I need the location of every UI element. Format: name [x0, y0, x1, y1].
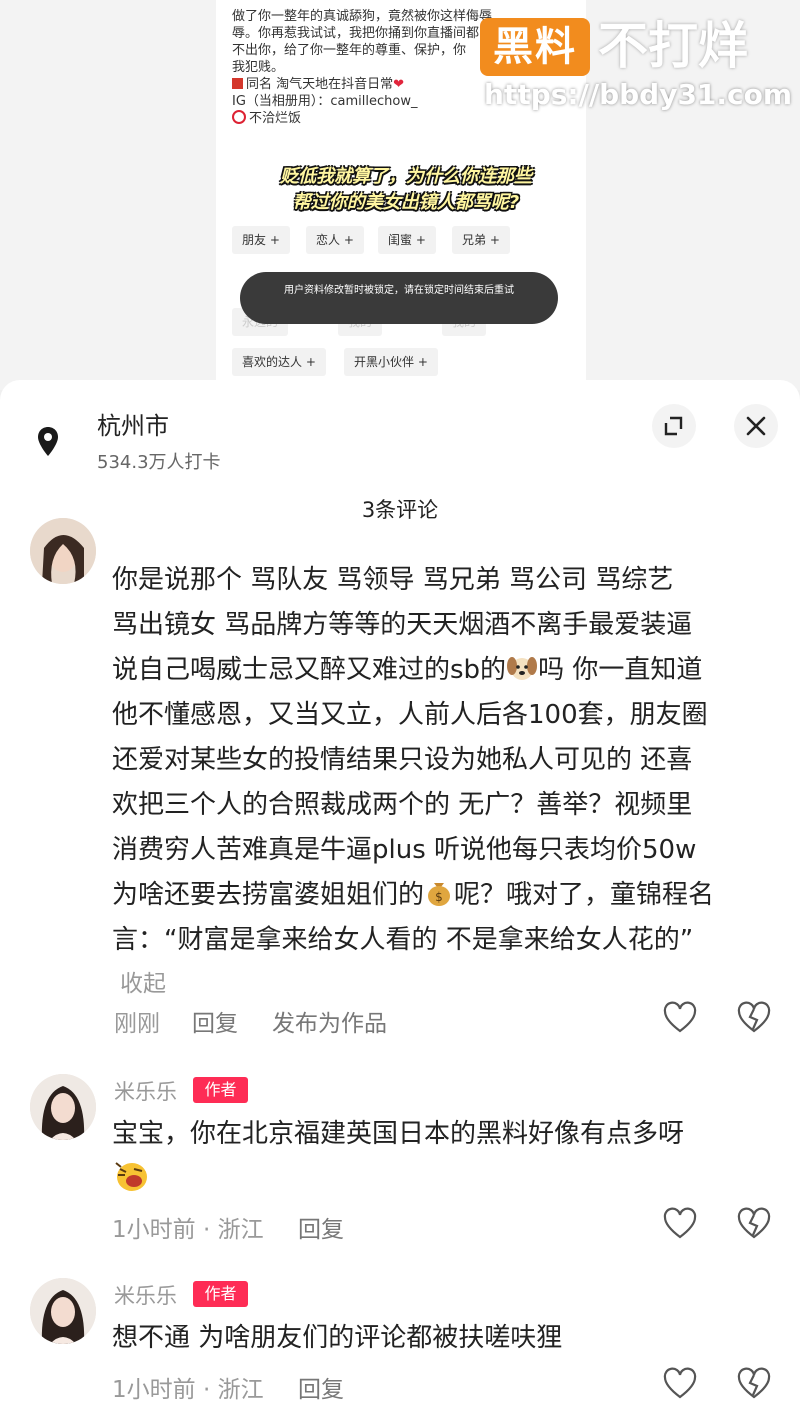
money-bag-icon: $	[428, 883, 451, 906]
avatar-image	[30, 1074, 96, 1140]
comment-author[interactable]: 米乐乐	[114, 1280, 177, 1310]
close-button[interactable]	[734, 404, 778, 448]
comment-panel: 杭州市 534.3万人打卡 3条评论 你是说那个 骂队友 骂领导 骂兄弟 骂公司…	[0, 380, 800, 1418]
relation-tag[interactable]: 朋友 +	[232, 226, 290, 254]
location-name[interactable]: 杭州市	[97, 406, 169, 441]
watermark-url: https://bbdy31.com	[484, 78, 793, 111]
book-icon	[232, 78, 243, 89]
avatar[interactable]	[30, 1074, 96, 1140]
relation-tag[interactable]: 恋人 +	[306, 226, 364, 254]
avatar-image	[30, 1278, 96, 1344]
reply-button[interactable]: 回复	[298, 1210, 344, 1244]
like-heart-icon[interactable]	[662, 1366, 698, 1402]
comment-2-text: 宝宝，你在北京福建英国日本的黑料好像有点多呀	[112, 1112, 782, 1204]
close-icon	[746, 416, 766, 436]
collapse-link[interactable]: 收起	[120, 964, 166, 998]
watermark: 黑料 不打烊 https://bbdy31.com	[480, 14, 793, 114]
comment-count-title: 3条评论	[361, 498, 439, 522]
like-heart-icon[interactable]	[662, 1206, 698, 1242]
dislike-broken-heart-icon[interactable]	[736, 1206, 772, 1242]
location-checkins: 534.3万人打卡	[97, 452, 221, 473]
reply-button[interactable]: 回复	[192, 1004, 238, 1038]
laughing-emoji-icon	[115, 1162, 147, 1191]
author-badge: 作者	[193, 1077, 248, 1103]
comment-author[interactable]: 米乐乐	[114, 1076, 177, 1106]
video-caption: 贬低我就算了，为什么你连那些 帮过你的美女出镜人都骂呢?	[280, 166, 532, 213]
avatar[interactable]	[30, 1278, 96, 1344]
dislike-broken-heart-icon[interactable]	[736, 1000, 772, 1036]
dislike-broken-heart-icon[interactable]	[736, 1366, 772, 1402]
comment-1-text: 你是说那个 骂队友 骂领导 骂兄弟 骂公司 骂综艺 骂出镜女 骂品牌方等等的天天…	[112, 565, 715, 955]
avatar[interactable]	[30, 518, 96, 584]
expand-icon	[664, 416, 683, 436]
comment-time: 1小时前 · 浙江	[112, 1217, 264, 1243]
avatar-image	[30, 518, 96, 584]
embedded-profile-screenshot: 做了你一整年的真诚舔狗，竟然被你这样侮辱 辱。你再惹我试试，我把你捅到你直播间都…	[0, 0, 800, 390]
relation-tag[interactable]: 闺蜜 +	[378, 226, 436, 254]
comment-time: 刚刚	[114, 1011, 160, 1037]
author-badge: 作者	[193, 1281, 248, 1307]
lock-toast: 用户资料修改暂时被锁定，请在锁定时间结束后重试	[240, 272, 558, 324]
comment-3-text: 想不通 为啥朋友们的评论都被扶嗟呋狸	[112, 1323, 563, 1353]
no-entry-icon	[232, 110, 246, 124]
relation-tag[interactable]: 喜欢的达人 +	[232, 348, 326, 376]
watermark-slogan: 不打烊	[598, 17, 748, 75]
relation-tag[interactable]: 兄弟 +	[452, 226, 510, 254]
publish-as-work-button[interactable]: 发布为作品	[272, 1004, 387, 1038]
expand-button[interactable]	[652, 404, 696, 448]
like-heart-icon[interactable]	[662, 1000, 698, 1036]
location-pin-icon	[38, 427, 58, 456]
heart-icon: ❤	[393, 77, 405, 92]
watermark-badge: 黑料	[480, 18, 590, 76]
dog-emoji-icon	[507, 657, 538, 680]
reply-button[interactable]: 回复	[298, 1370, 344, 1404]
svg-text:$: $	[435, 890, 443, 904]
relation-tag[interactable]: 开黑小伙伴 +	[344, 348, 438, 376]
comment-time: 1小时前 · 浙江	[112, 1377, 264, 1403]
